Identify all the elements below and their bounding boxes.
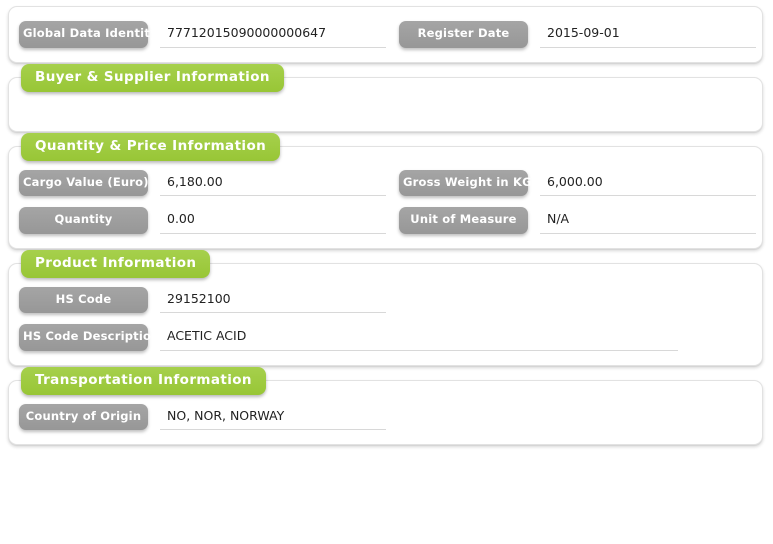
field-register-date: Register Date 2015-09-01 [394,18,766,51]
section-card-quantity-price: Quantity & Price Information Cargo Value… [8,132,763,249]
section-body-buyer-supplier [14,98,752,120]
field-label-unit-of-measure: Unit of Measure [399,207,528,234]
section-card-transportation: Transportation Information Country of Or… [8,366,763,445]
field-label-gross-weight: Gross Weight in KG [399,169,532,196]
field-label-country-of-origin: Country of Origin [19,403,148,430]
field-country-of-origin: Country of Origin NO, NOR, NORWAY [14,401,394,434]
field-row: Global Data Identity 7771201509000000064… [14,18,756,51]
field-label-hs-code: HS Code [19,286,148,313]
field-label-register-date: Register Date [399,21,528,48]
field-global-data-identity: Global Data Identity 7771201509000000064… [14,18,394,51]
section-card-product: Product Information HS Code 29152100 HS … [8,249,763,366]
section-header-buyer-supplier[interactable]: Buyer & Supplier Information [21,63,284,92]
field-hs-code: HS Code 29152100 [14,284,394,317]
field-label-hs-code-description: HS Code Description [19,324,159,351]
section-header-product[interactable]: Product Information [21,249,211,278]
field-value-hs-code[interactable]: 29152100 [160,287,386,313]
field-value-register-date[interactable]: 2015-09-01 [540,21,756,48]
field-label-global-data-identity: Global Data Identity [19,21,158,48]
field-cargo-value: Cargo Value (Euro) 6,180.00 [14,167,394,200]
field-unit-of-measure: Unit of Measure N/A [394,204,766,237]
field-row: Quantity 0.00 Unit of Measure N/A [14,204,756,237]
trade-record-detail-page: Global Data Identity 7771201509000000064… [0,0,773,544]
section-header-transportation[interactable]: Transportation Information [21,366,266,395]
section-card-identity: Global Data Identity 7771201509000000064… [8,6,763,63]
field-row: HS Code 29152100 [14,284,752,317]
field-value-gross-weight[interactable]: 6,000.00 [540,170,756,196]
field-value-hs-code-description[interactable]: ACETIC ACID [160,324,678,351]
field-row: HS Code Description ACETIC ACID [14,321,752,354]
field-value-unit-of-measure[interactable]: N/A [540,207,756,234]
section-card-buyer-supplier: Buyer & Supplier Information [8,63,763,132]
field-row: Cargo Value (Euro) 6,180.00 Gross Weight… [14,167,756,200]
field-label-cargo-value: Cargo Value (Euro) [19,169,149,196]
field-value-global-data-identity[interactable]: 77712015090000000647 [160,21,386,48]
field-value-country-of-origin[interactable]: NO, NOR, NORWAY [160,404,386,430]
section-header-quantity-price[interactable]: Quantity & Price Information [21,132,281,161]
field-value-cargo-value[interactable]: 6,180.00 [160,170,386,196]
field-quantity: Quantity 0.00 [14,204,394,237]
field-row: Country of Origin NO, NOR, NORWAY [14,401,752,434]
field-hs-code-description: HS Code Description ACETIC ACID [14,321,766,354]
field-label-quantity: Quantity [19,207,148,234]
field-gross-weight: Gross Weight in KG 6,000.00 [394,167,766,200]
field-value-quantity[interactable]: 0.00 [160,207,386,234]
